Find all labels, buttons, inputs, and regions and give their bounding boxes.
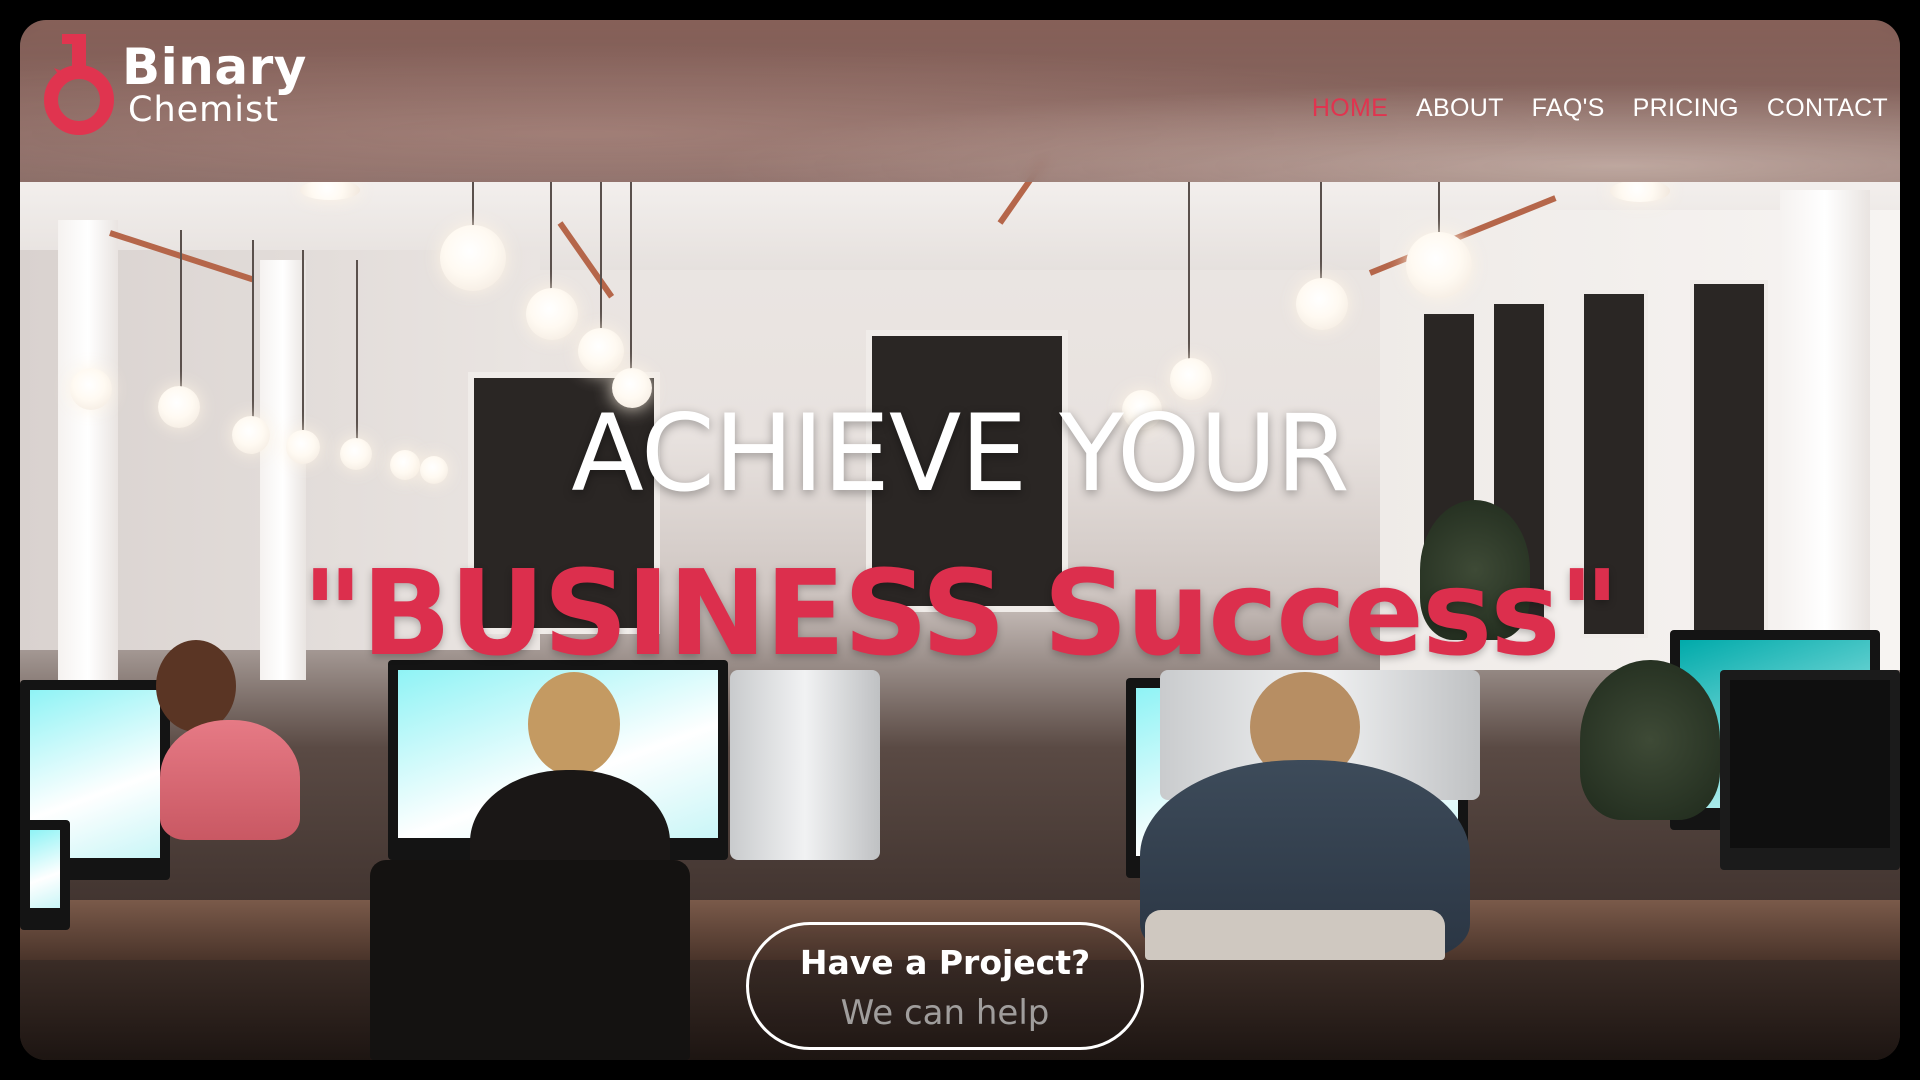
cta-title: Have a Project? [799,943,1091,982]
nav-faqs[interactable]: FAQ'S [1532,94,1605,123]
cta-subtitle: We can help [840,993,1050,1033]
flask-logo-icon [44,34,114,135]
hero-highlight: "BUSINESS Success" [301,544,1620,682]
site-header: Binary Chemist HOME ABOUT FAQ'S PRICING … [20,20,1900,182]
main-nav: HOME ABOUT FAQ'S PRICING CONTACT [1312,94,1888,123]
nav-about[interactable]: ABOUT [1416,94,1504,123]
brand-name-line1: Binary [122,38,307,96]
project-cta-button[interactable]: Have a Project? We can help [746,922,1144,1050]
hero-headline: ACHIEVE YOUR [571,392,1349,515]
brand-name-line2: Chemist [128,90,279,130]
nav-contact[interactable]: CONTACT [1767,94,1888,123]
nav-pricing[interactable]: PRICING [1633,94,1739,123]
brand-logo[interactable]: Binary Chemist [34,28,324,148]
nav-home[interactable]: HOME [1312,94,1388,123]
browser-viewport: Binary Chemist HOME ABOUT FAQ'S PRICING … [20,20,1900,1060]
